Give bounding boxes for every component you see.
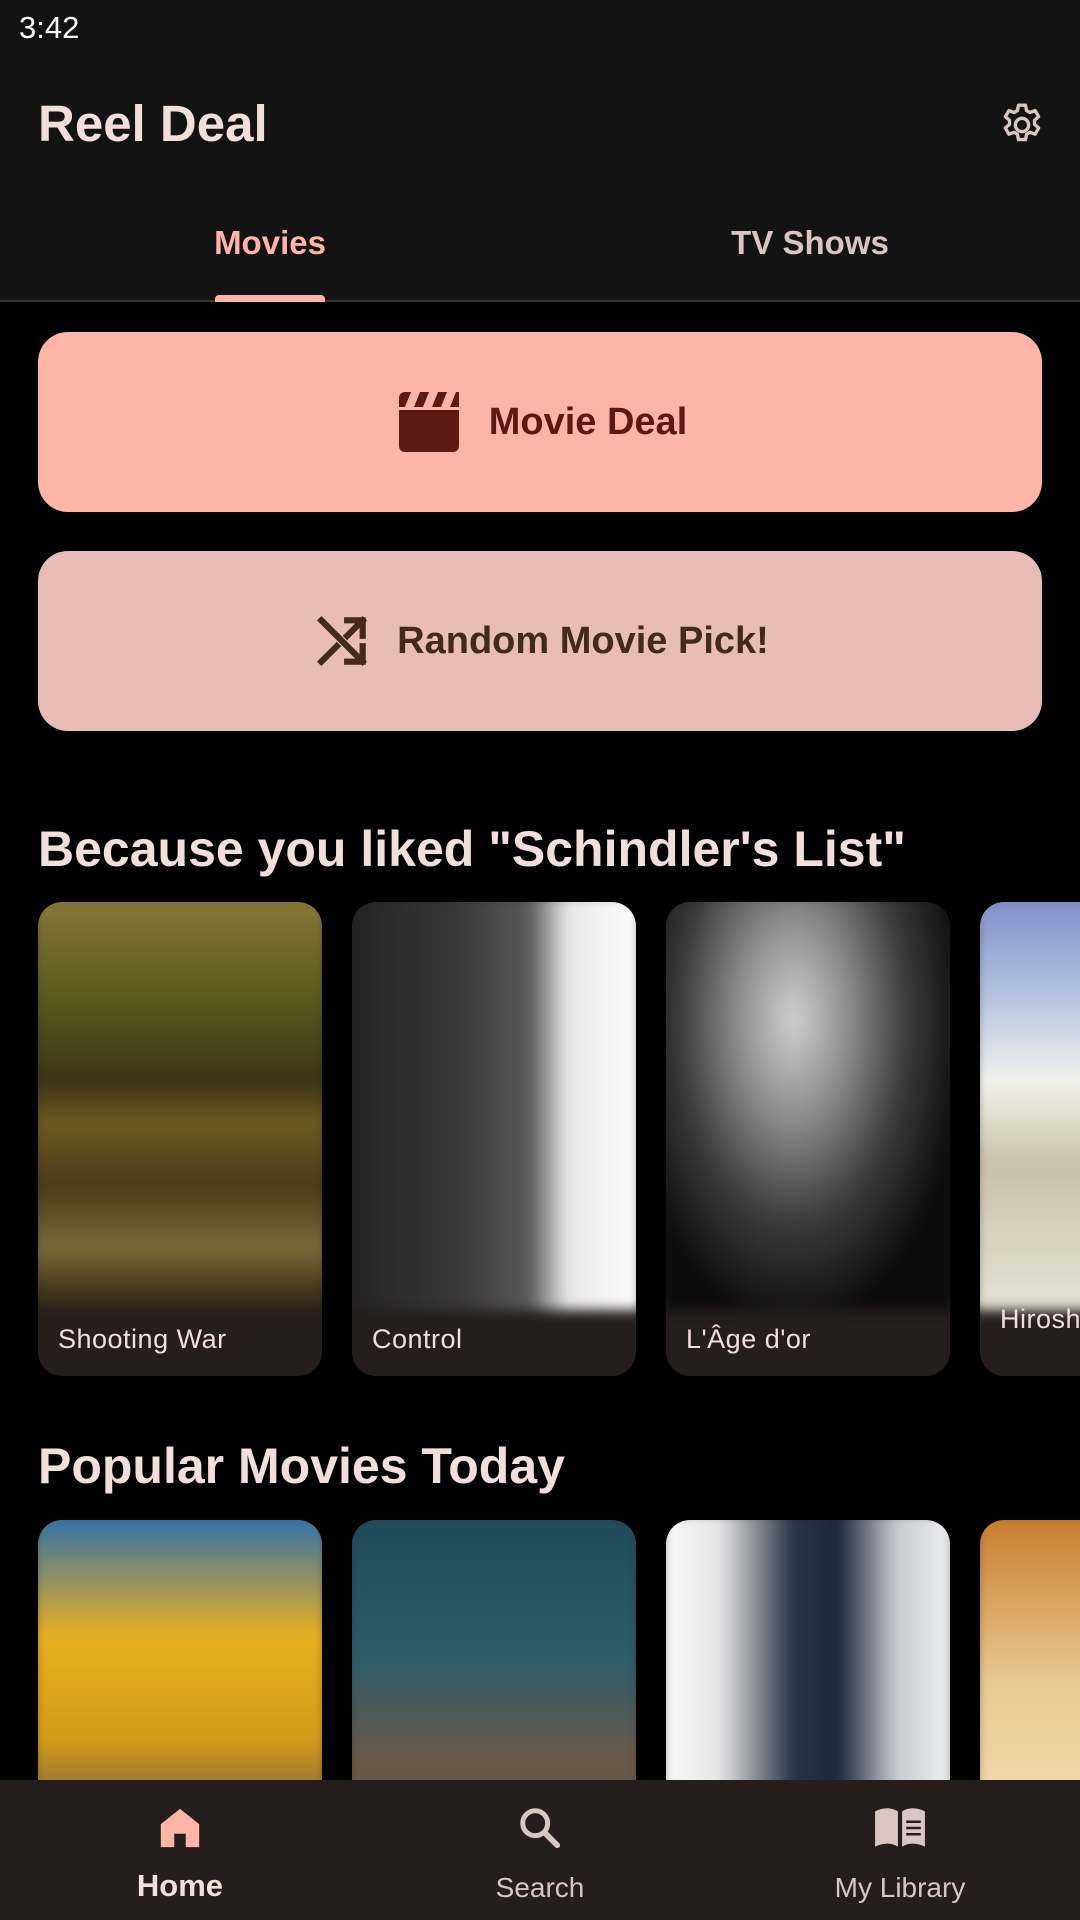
random-movie-pick-label: Random Movie Pick! xyxy=(397,619,769,662)
status-time: 3:42 xyxy=(19,10,80,45)
movie-title: Control xyxy=(372,1324,463,1354)
movie-deal-label: Movie Deal xyxy=(488,400,688,443)
movie-carousel[interactable] xyxy=(38,1520,1080,1780)
movie-poster xyxy=(980,1520,1080,1780)
movie-card[interactable]: Control xyxy=(352,902,636,1376)
settings-button[interactable] xyxy=(994,97,1050,153)
tab-indicator xyxy=(215,295,325,302)
bottom-navigation: Home Search My Library xyxy=(0,1780,1080,1920)
home-icon xyxy=(152,1800,208,1856)
movie-poster xyxy=(666,902,950,1310)
tab-bar: Movies TV Shows xyxy=(0,186,1080,302)
tab-tv-shows[interactable]: TV Shows xyxy=(540,186,1080,300)
app-title: Reel Deal xyxy=(38,95,268,152)
tab-movies-label: Movies xyxy=(214,224,326,261)
movie-card[interactable] xyxy=(666,1520,950,1780)
clapperboard-icon xyxy=(398,392,459,452)
movie-carousel[interactable]: Shooting War Control L'Âge d'or Hiroshim… xyxy=(38,902,1080,1382)
movie-poster xyxy=(980,902,1080,1310)
movie-card[interactable] xyxy=(38,1520,322,1780)
gear-icon xyxy=(1003,103,1041,142)
nav-search-label: Search xyxy=(495,1872,585,1903)
section-title: Popular Movies Today xyxy=(38,1438,565,1494)
movie-card[interactable]: Shooting War xyxy=(38,902,322,1376)
movie-poster xyxy=(38,902,322,1310)
movie-deal-button[interactable]: Movie Deal xyxy=(38,332,1042,512)
tab-movies[interactable]: Movies xyxy=(0,186,540,302)
movie-card[interactable] xyxy=(352,1520,636,1780)
status-bar: 3:42 xyxy=(0,0,1080,60)
book-icon xyxy=(872,1800,928,1856)
tab-tv-shows-label: TV Shows xyxy=(731,224,889,261)
shuffle-icon xyxy=(317,615,368,667)
movie-card[interactable]: Hiroshima Amour xyxy=(980,902,1080,1376)
movie-title: L'Âge d'or xyxy=(686,1324,811,1354)
movie-card[interactable]: L'Âge d'or xyxy=(666,902,950,1376)
nav-my-library-label: My Library xyxy=(834,1872,966,1903)
movie-card[interactable] xyxy=(980,1520,1080,1780)
movie-poster xyxy=(38,1520,322,1780)
nav-search[interactable]: Search xyxy=(360,1780,720,1920)
movie-poster xyxy=(666,1520,950,1780)
home-content[interactable]: Movie Deal Random Movie Pick! Because yo… xyxy=(0,302,1080,1780)
movie-title: Shooting War xyxy=(58,1324,227,1354)
section-title: Because you liked "Schindler's List" xyxy=(38,821,906,877)
nav-my-library[interactable]: My Library xyxy=(720,1780,1080,1920)
movie-poster xyxy=(352,1520,636,1780)
nav-home-label: Home xyxy=(136,1868,224,1903)
random-movie-pick-button[interactable]: Random Movie Pick! xyxy=(38,551,1042,731)
movie-title: Hiroshima Amour xyxy=(1000,1304,1080,1334)
search-icon xyxy=(512,1800,568,1856)
nav-home[interactable]: Home xyxy=(0,1780,360,1920)
movie-poster xyxy=(352,902,636,1310)
